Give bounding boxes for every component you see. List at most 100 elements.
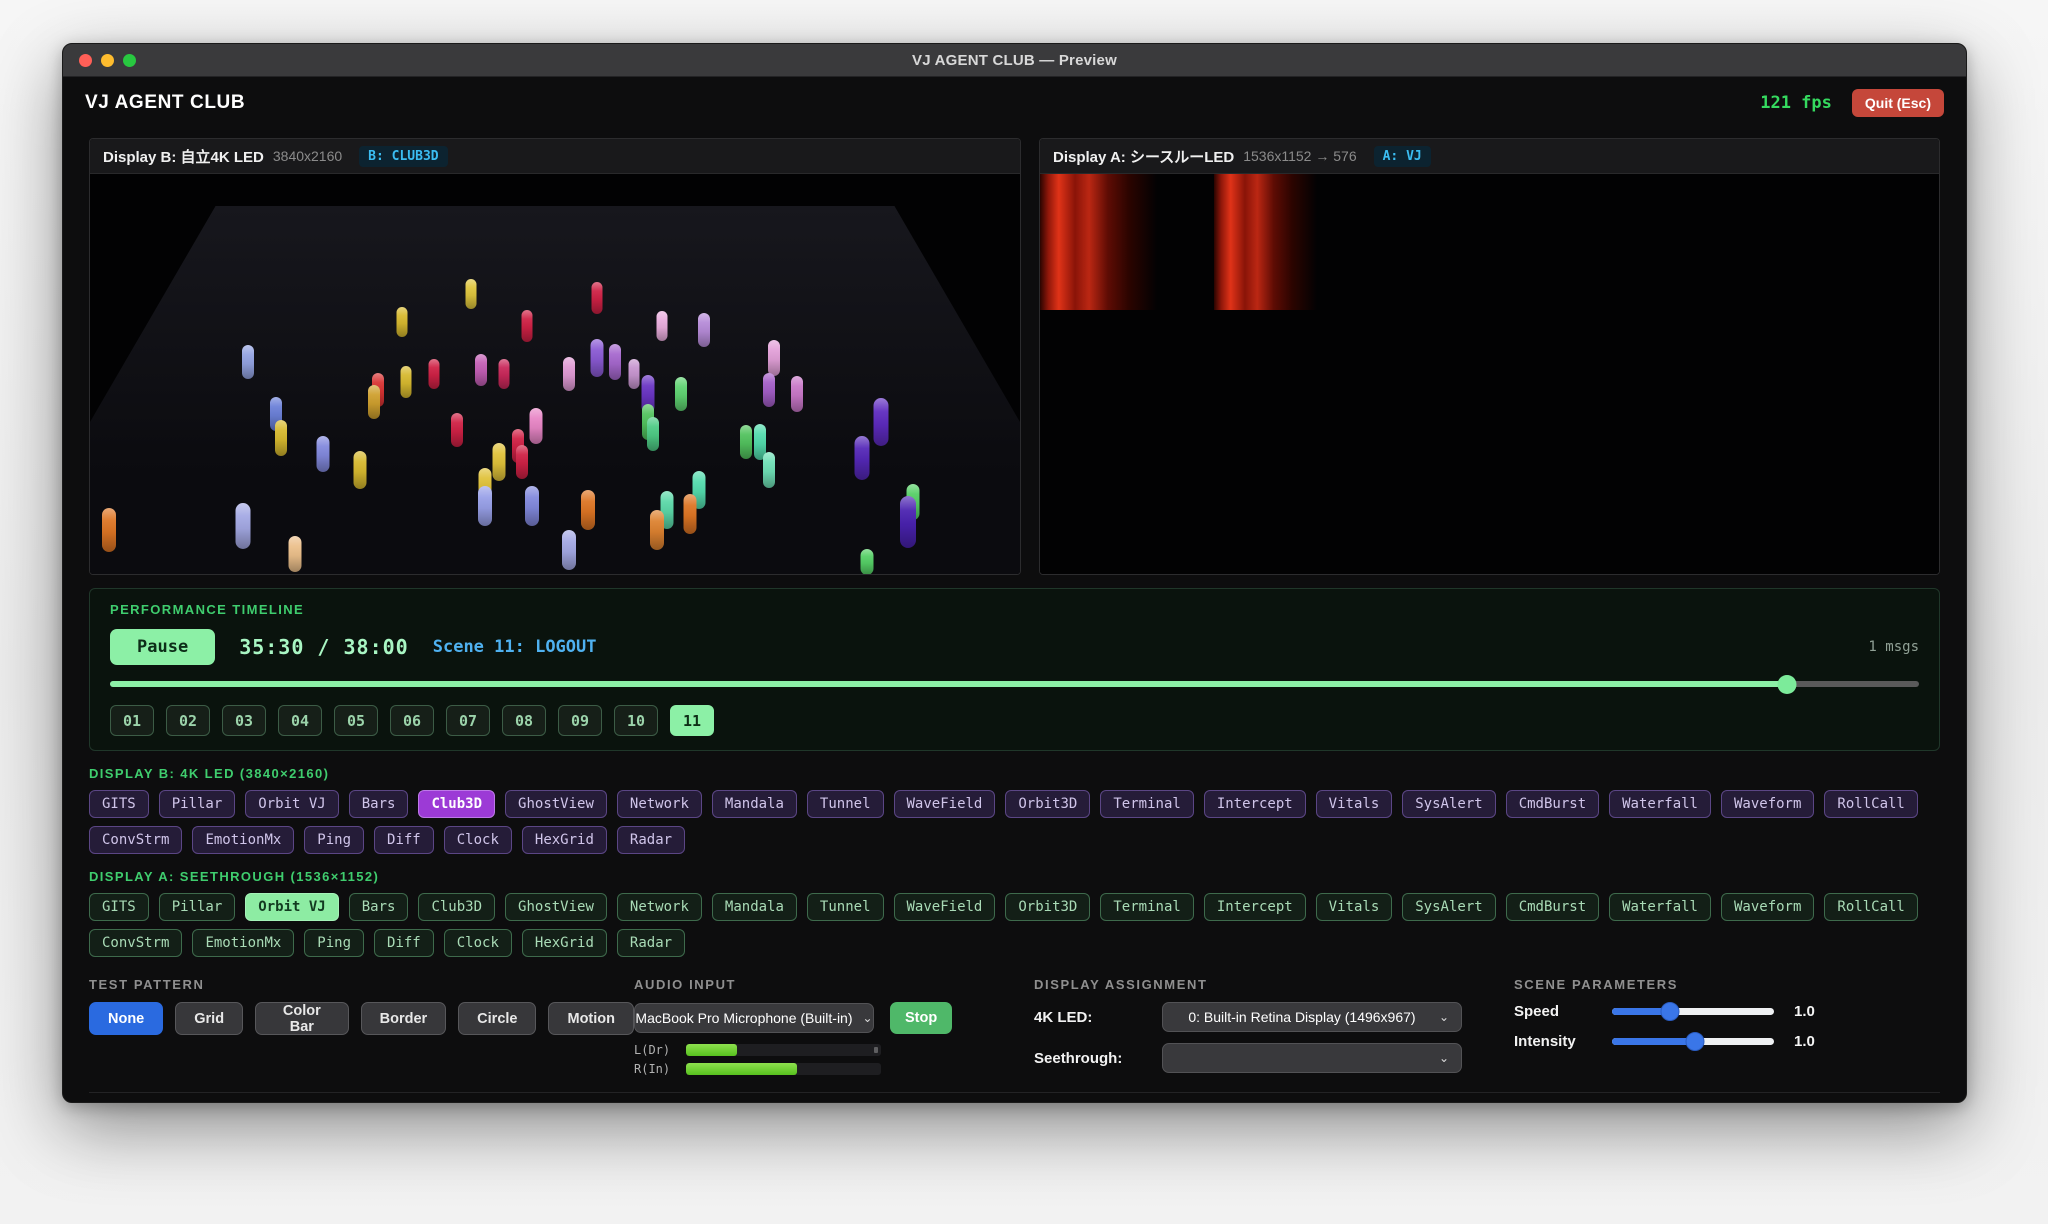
display-a-scene-club3d[interactable]: Club3D	[418, 893, 495, 921]
test-pattern-none[interactable]: None	[89, 1002, 163, 1035]
display-a-scene-rollcall[interactable]: RollCall	[1824, 893, 1917, 921]
intensity-slider[interactable]	[1612, 1032, 1774, 1050]
display-a-scene-gits[interactable]: GITS	[89, 893, 149, 921]
test-pattern-circle[interactable]: Circle	[458, 1002, 536, 1035]
display-b-scene-clock[interactable]: Clock	[444, 826, 512, 854]
club-avatar-pillar	[498, 359, 509, 389]
display-b-scene-club3d[interactable]: Club3D	[418, 790, 495, 818]
display-a-scene-terminal[interactable]: Terminal	[1100, 893, 1193, 921]
display-a-scene-network[interactable]: Network	[617, 893, 702, 921]
display-b-scene-diff[interactable]: Diff	[374, 826, 434, 854]
display-b-scene-tunnel[interactable]: Tunnel	[807, 790, 884, 818]
display-b-scene-vitals[interactable]: Vitals	[1316, 790, 1393, 818]
display-a-scene-wavefield[interactable]: WaveField	[894, 893, 996, 921]
display-a-scene-clock[interactable]: Clock	[444, 929, 512, 957]
intensity-slider-thumb[interactable]	[1685, 1032, 1704, 1051]
display-a-scene-orbit-vj[interactable]: Orbit VJ	[245, 893, 338, 921]
red-led-bar	[1214, 174, 1317, 310]
timeline-slider[interactable]	[110, 675, 1919, 693]
display-a-scene-convstrm[interactable]: ConvStrm	[89, 929, 182, 957]
assignment-4kled-select[interactable]: 0: Built-in Retina Display (1496x967) ⌄	[1162, 1002, 1462, 1032]
status-displays: Displays: 1 connected	[107, 1102, 278, 1103]
test-pattern-buttons: None Grid Color Bar Border Circle Motion	[89, 1002, 634, 1035]
display-b-scene-bars[interactable]: Bars	[349, 790, 409, 818]
club-avatar-pillar	[288, 536, 301, 572]
display-b-scene-waterfall[interactable]: Waterfall	[1609, 790, 1711, 818]
audio-stop-button[interactable]: Stop	[890, 1002, 952, 1034]
scene-button-09[interactable]: 09	[558, 705, 602, 736]
club-avatar-pillar	[860, 549, 873, 574]
scene-button-02[interactable]: 02	[166, 705, 210, 736]
display-a-scene-waterfall[interactable]: Waterfall	[1609, 893, 1711, 921]
status-sync: Sync: --	[324, 1102, 389, 1103]
zoom-window-icon[interactable]	[123, 54, 136, 67]
intensity-slider-fill	[1612, 1038, 1695, 1045]
scene-button-06[interactable]: 06	[390, 705, 434, 736]
display-a-scene-ping[interactable]: Ping	[304, 929, 364, 957]
display-b-scene-convstrm[interactable]: ConvStrm	[89, 826, 182, 854]
display-a-scene-sysalert[interactable]: SysAlert	[1402, 893, 1495, 921]
scene-button-10[interactable]: 10	[614, 705, 658, 736]
speed-slider[interactable]	[1612, 1002, 1774, 1020]
meter-right: R(In)	[634, 1062, 1034, 1076]
display-a-scene-intercept[interactable]: Intercept	[1204, 893, 1306, 921]
timeline-slider-thumb[interactable]	[1777, 675, 1796, 694]
display-a-scene-vitals[interactable]: Vitals	[1316, 893, 1393, 921]
display-a-scene-pillar[interactable]: Pillar	[159, 893, 236, 921]
scene-button-04[interactable]: 04	[278, 705, 322, 736]
display-a-scene-orbit3d[interactable]: Orbit3D	[1005, 893, 1090, 921]
display-b-scene-sysalert[interactable]: SysAlert	[1402, 790, 1495, 818]
display-b-scene-hexgrid[interactable]: HexGrid	[522, 826, 607, 854]
display-b-scene-ping[interactable]: Ping	[304, 826, 364, 854]
display-b-scene-network[interactable]: Network	[617, 790, 702, 818]
club-avatar-pillar	[873, 398, 888, 446]
display-a-scene-emotionmx[interactable]: EmotionMx	[192, 929, 294, 957]
display-a-scene-mandala[interactable]: Mandala	[712, 893, 797, 921]
club-avatar-pillar	[698, 313, 710, 347]
display-a-scene-waveform[interactable]: Waveform	[1721, 893, 1814, 921]
club-avatar-pillar	[591, 282, 602, 314]
display-b-scene-wavefield[interactable]: WaveField	[894, 790, 996, 818]
display-a-scene-radar[interactable]: Radar	[617, 929, 685, 957]
display-a-scene-cmdburst[interactable]: CmdBurst	[1506, 893, 1599, 921]
close-window-icon[interactable]	[79, 54, 92, 67]
display-b-scene-pillar[interactable]: Pillar	[159, 790, 236, 818]
display-b-scene-mandala[interactable]: Mandala	[712, 790, 797, 818]
display-b-scene-terminal[interactable]: Terminal	[1100, 790, 1193, 818]
test-pattern-motion[interactable]: Motion	[548, 1002, 634, 1035]
speed-slider-thumb[interactable]	[1661, 1002, 1680, 1021]
display-b-scene-intercept[interactable]: Intercept	[1204, 790, 1306, 818]
titlebar[interactable]: VJ AGENT CLUB — Preview	[63, 44, 1966, 77]
display-a-scene-bars[interactable]: Bars	[349, 893, 409, 921]
test-pattern-border[interactable]: Border	[361, 1002, 447, 1035]
meter-left-fill	[686, 1044, 737, 1056]
display-a-scene-diff[interactable]: Diff	[374, 929, 434, 957]
display-b-scene-radar[interactable]: Radar	[617, 826, 685, 854]
scene-button-01[interactable]: 01	[110, 705, 154, 736]
display-b-scene-rollcall[interactable]: RollCall	[1824, 790, 1917, 818]
param-row-speed: Speed 1.0	[1514, 1002, 1940, 1020]
pause-button[interactable]: Pause	[110, 629, 215, 665]
display-b-scene-waveform[interactable]: Waveform	[1721, 790, 1814, 818]
audio-device-select[interactable]: MacBook Pro Microphone (Built-in) ⌄	[634, 1003, 874, 1033]
display-a-scene-hexgrid[interactable]: HexGrid	[522, 929, 607, 957]
scene-button-08[interactable]: 08	[502, 705, 546, 736]
test-pattern-grid[interactable]: Grid	[175, 1002, 243, 1035]
minimize-window-icon[interactable]	[101, 54, 114, 67]
display-b-scene-emotionmx[interactable]: EmotionMx	[192, 826, 294, 854]
display-a-scene-ghostview[interactable]: GhostView	[505, 893, 607, 921]
display-b-scene-cmdburst[interactable]: CmdBurst	[1506, 790, 1599, 818]
assignment-seethrough-select[interactable]: ⌄	[1162, 1043, 1462, 1073]
quit-button[interactable]: Quit (Esc)	[1852, 89, 1944, 117]
scene-button-03[interactable]: 03	[222, 705, 266, 736]
scene-button-07[interactable]: 07	[446, 705, 490, 736]
scene-button-05[interactable]: 05	[334, 705, 378, 736]
scene-button-11[interactable]: 11	[670, 705, 714, 736]
message-count: 1 msgs	[1868, 639, 1919, 655]
display-b-scene-orbit3d[interactable]: Orbit3D	[1005, 790, 1090, 818]
display-b-scene-ghostview[interactable]: GhostView	[505, 790, 607, 818]
display-b-scene-gits[interactable]: GITS	[89, 790, 149, 818]
display-b-scene-orbit-vj[interactable]: Orbit VJ	[245, 790, 338, 818]
display-a-scene-tunnel[interactable]: Tunnel	[807, 893, 884, 921]
test-pattern-color-bar[interactable]: Color Bar	[255, 1002, 349, 1035]
